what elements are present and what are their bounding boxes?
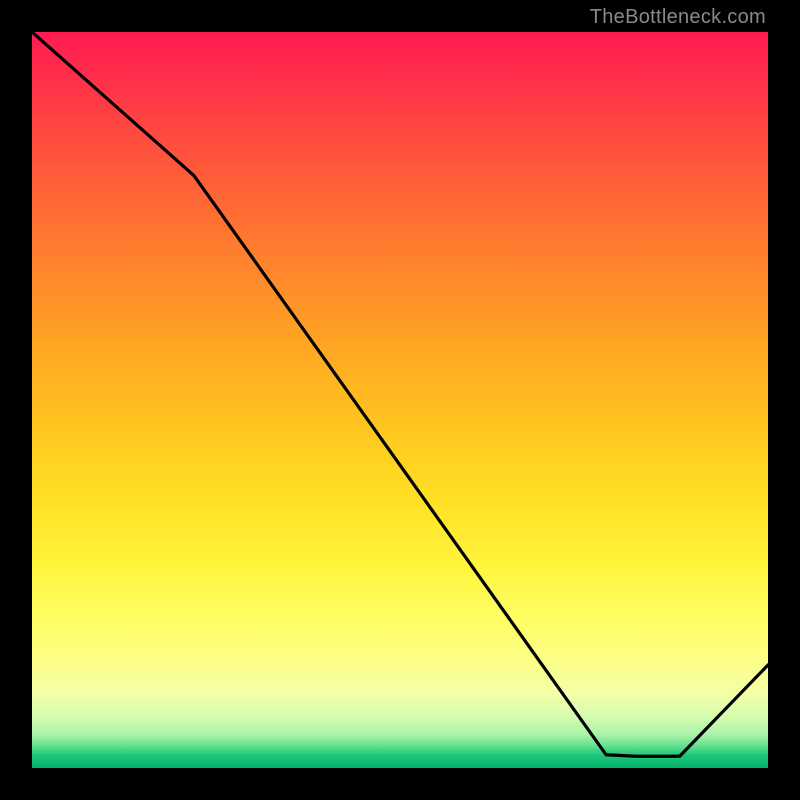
- plot-area: [32, 32, 768, 768]
- watermark-text: TheBottleneck.com: [590, 6, 766, 29]
- bottleneck-curve: [32, 32, 768, 768]
- chart-root: TheBottleneck.com: [0, 0, 800, 800]
